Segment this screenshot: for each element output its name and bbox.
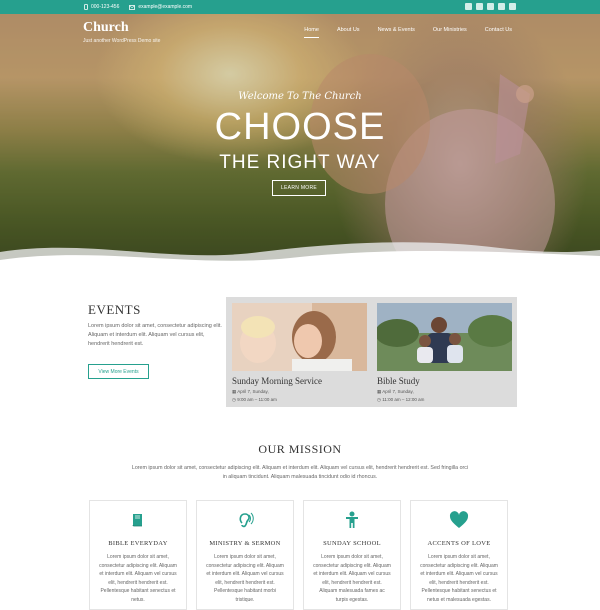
card-text: Lorem ipsum dolor sit amet, consectetur … — [99, 554, 177, 603]
phone-icon — [84, 4, 88, 10]
card-text: Lorem ipsum dolor sit amet, consectetur … — [206, 554, 284, 603]
hearing-icon — [197, 511, 293, 529]
calendar-icon: ▦ — [377, 389, 382, 394]
mission-cards: BIBLE EVERYDAY Lorem ipsum dolor sit ame… — [89, 500, 508, 610]
hero-headline: CHOOSE — [214, 106, 386, 148]
card-title: BIBLE EVERYDAY — [108, 540, 168, 547]
email-contact[interactable]: example@example.com — [129, 4, 192, 10]
event-time: 11:00 am – 12:00 am — [382, 397, 425, 402]
event-date: April 7, Sunday, — [237, 389, 269, 394]
clock-icon: ◷ — [232, 397, 236, 402]
top-bar: 000-123-456 example@example.com — [0, 0, 600, 14]
calendar-icon: ▦ — [232, 389, 237, 394]
event-time: 9:00 am – 11:00 am — [237, 397, 277, 402]
site-title: Church — [83, 20, 129, 35]
mission-card-bible-everyday[interactable]: BIBLE EVERYDAY Lorem ipsum dolor sit ame… — [89, 500, 187, 610]
event-meta: ▦ April 7, Sunday, ◷ 9:00 am – 11:00 am — [232, 388, 367, 404]
event-meta: ▦ April 7, Sunday, ◷ 11:00 am – 12:00 am — [377, 388, 512, 404]
main-nav: Home About Us News & Events Our Ministri… — [304, 27, 512, 38]
card-title: SUNDAY SCHOOL — [323, 540, 381, 547]
site-tagline: Just another WordPress Demo site — [83, 38, 161, 44]
child-icon — [304, 511, 400, 529]
learn-more-button[interactable]: LEARN MORE — [272, 180, 326, 196]
event-card-bible-study[interactable]: Bible Study ▦ April 7, Sunday, ◷ 11:00 a… — [377, 303, 512, 404]
nav-our-ministries[interactable]: Our Ministries — [433, 27, 467, 38]
linkedin-icon[interactable] — [487, 3, 494, 10]
hero-welcome: Welcome To The Church — [238, 91, 362, 102]
twitter-icon[interactable] — [465, 3, 472, 10]
event-image[interactable] — [232, 303, 367, 371]
view-more-events-button[interactable]: View More Events — [88, 364, 149, 379]
nav-news-events[interactable]: News & Events — [378, 27, 415, 38]
email-icon — [129, 4, 136, 10]
mission-heading: OUR MISSION — [258, 442, 342, 456]
events-heading: EVENTS — [88, 302, 141, 317]
events-panel: Sunday Morning Service ▦ April 7, Sunday… — [226, 297, 517, 407]
phone-number: 000-123-456 — [91, 4, 120, 10]
social-links — [465, 3, 516, 10]
hero-wave-divider — [0, 242, 600, 278]
mission-card-ministry-sermon[interactable]: MINISTRY & SERMON Lorem ipsum dolor sit … — [196, 500, 294, 610]
card-text: Lorem ipsum dolor sit amet, consectetur … — [420, 554, 498, 603]
mission-card-accents-of-love[interactable]: ACCENTS OF LOVE Lorem ipsum dolor sit am… — [410, 500, 508, 610]
phone-contact[interactable]: 000-123-456 — [84, 4, 119, 10]
card-title: ACCENTS OF LOVE — [427, 540, 491, 547]
event-title[interactable]: Sunday Morning Service — [232, 376, 367, 386]
mission-card-sunday-school[interactable]: SUNDAY SCHOOL Lorem ipsum dolor sit amet… — [303, 500, 401, 610]
event-date: April 7, Sunday, — [382, 389, 414, 394]
book-icon — [90, 511, 186, 529]
event-image[interactable] — [377, 303, 512, 371]
hero-subheadline: THE RIGHT WAY — [219, 152, 381, 173]
nav-contact-us[interactable]: Contact Us — [485, 27, 512, 38]
contact-info: 000-123-456 example@example.com — [84, 0, 192, 14]
event-title[interactable]: Bible Study — [377, 376, 512, 386]
card-text: Lorem ipsum dolor sit amet, consectetur … — [313, 554, 391, 603]
mission-description: Lorem ipsum dolor sit amet, consectetur … — [131, 465, 469, 480]
nav-about-us[interactable]: About Us — [337, 27, 360, 38]
instagram-icon[interactable] — [509, 3, 516, 10]
facebook-icon[interactable] — [476, 3, 483, 10]
event-card-sunday-service[interactable]: Sunday Morning Service ▦ April 7, Sunday… — [232, 303, 367, 404]
youtube-icon[interactable] — [498, 3, 505, 10]
heart-icon — [411, 511, 507, 529]
nav-home[interactable]: Home — [304, 27, 319, 38]
site-brand[interactable]: Church Just another WordPress Demo site — [83, 20, 160, 44]
email-address: example@example.com — [138, 4, 193, 10]
clock-icon: ◷ — [377, 397, 381, 402]
events-description: Lorem ipsum dolor sit amet, consectetur … — [88, 323, 222, 347]
card-title: MINISTRY & SERMON — [209, 540, 281, 547]
